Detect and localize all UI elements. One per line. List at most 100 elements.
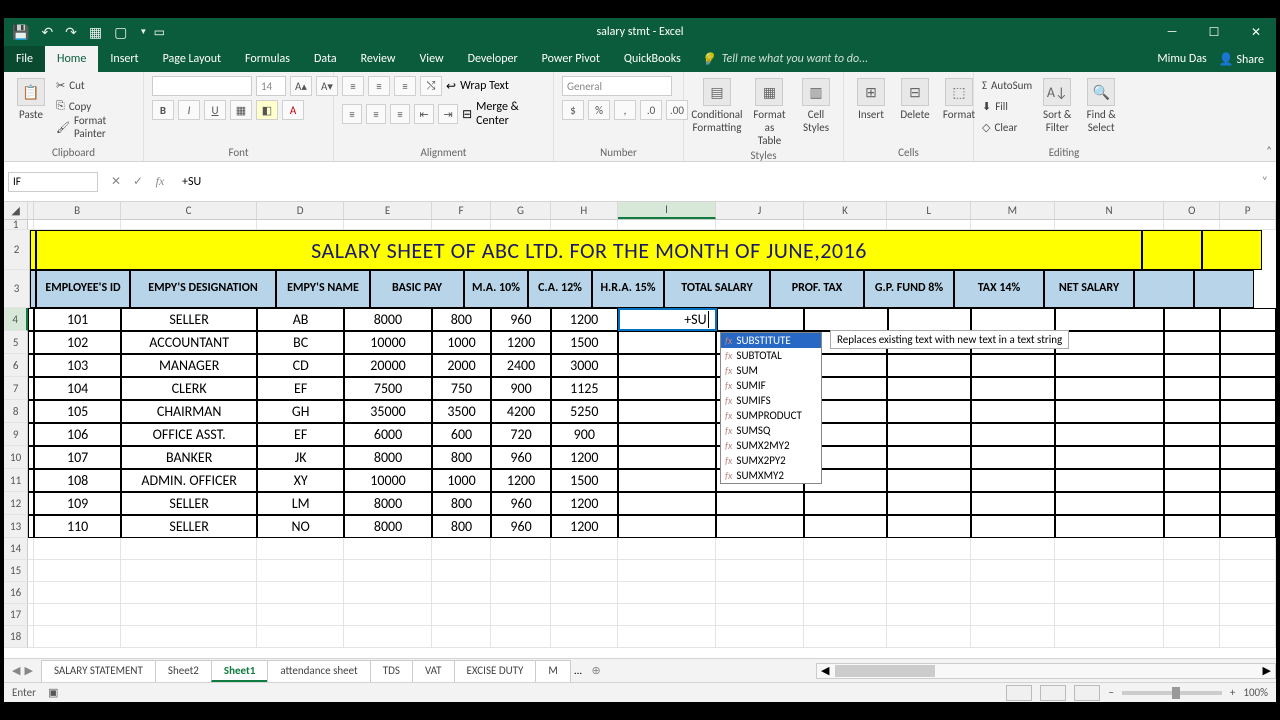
data-cell[interactable] — [971, 469, 1055, 492]
col-J[interactable]: J — [716, 202, 803, 219]
formula-input[interactable]: +SU — [174, 175, 1254, 189]
data-cell[interactable] — [618, 377, 717, 400]
data-cell[interactable] — [618, 446, 717, 469]
inc-indent-button[interactable]: ⇥ — [438, 104, 458, 124]
sheet-tab[interactable]: EXCISE DUTY — [454, 660, 537, 682]
tab-developer[interactable]: Developer — [456, 46, 530, 72]
data-cell[interactable] — [971, 377, 1055, 400]
row-header[interactable]: 12 — [4, 492, 28, 515]
data-cell[interactable] — [887, 400, 971, 423]
data-cell[interactable]: CLERK — [121, 377, 257, 400]
qat-icon[interactable]: ▢ — [114, 24, 127, 41]
data-cell[interactable] — [618, 400, 717, 423]
active-cell[interactable]: +SU — [618, 308, 717, 331]
data-cell[interactable] — [888, 308, 972, 331]
expand-formula-icon[interactable]: ˅ — [1254, 175, 1276, 189]
data-cell[interactable] — [618, 515, 717, 538]
tab-power-pivot[interactable]: Power Pivot — [530, 46, 612, 72]
data-cell[interactable]: 600 — [432, 423, 492, 446]
data-cell[interactable]: NO — [257, 515, 344, 538]
data-cell[interactable]: 5250 — [551, 400, 618, 423]
data-cell[interactable]: 900 — [491, 377, 551, 400]
data-cell[interactable]: MANAGER — [121, 354, 257, 377]
col-B[interactable]: B — [34, 202, 121, 219]
qat-dropdown-icon[interactable]: ▼ — [139, 27, 147, 37]
data-cell[interactable] — [1055, 423, 1165, 446]
sheet-tab[interactable]: Sheet2 — [155, 660, 212, 682]
tab-quickbooks[interactable]: QuickBooks — [612, 46, 693, 72]
data-cell[interactable] — [618, 331, 717, 354]
redo-icon[interactable]: ↷ — [65, 24, 77, 41]
tab-data[interactable]: Data — [302, 46, 349, 72]
data-cell[interactable] — [971, 308, 1055, 331]
row-header[interactable]: 17 — [4, 604, 28, 626]
bold-button[interactable]: B — [152, 100, 174, 120]
row-header[interactable]: 10 — [4, 446, 28, 469]
formula-autocomplete[interactable]: fxSUBSTITUTEfxSUBTOTALfxSUMfxSUMIFfxSUMI… — [720, 332, 822, 484]
comma-format-button[interactable]: , — [614, 100, 636, 120]
data-cell[interactable] — [887, 515, 971, 538]
row-header[interactable]: 7 — [4, 377, 28, 400]
data-cell[interactable]: 4200 — [491, 400, 551, 423]
row-header[interactable]: 8 — [4, 400, 28, 423]
data-cell[interactable]: EF — [257, 423, 344, 446]
autocomplete-item[interactable]: fxSUBSTITUTE — [721, 333, 821, 348]
data-cell[interactable]: 1500 — [551, 469, 618, 492]
autocomplete-item[interactable]: fxSUMIFS — [721, 393, 821, 408]
fx-button[interactable]: fx — [152, 174, 168, 189]
horizontal-scrollbar[interactable]: ◀▶ — [816, 663, 1276, 679]
row-header[interactable]: 4 — [4, 308, 28, 331]
user-name[interactable]: Mimu Das — [1157, 52, 1206, 66]
data-cell[interactable] — [971, 515, 1055, 538]
data-cell[interactable]: LM — [257, 492, 344, 515]
data-cell[interactable] — [971, 423, 1055, 446]
data-cell[interactable] — [1055, 515, 1165, 538]
data-cell[interactable]: 1200 — [491, 331, 551, 354]
cell-styles-button[interactable]: ▥Cell Styles — [797, 76, 835, 134]
sheet-tab[interactable]: VAT — [412, 660, 455, 682]
data-cell[interactable]: 960 — [491, 515, 551, 538]
data-cell[interactable] — [1055, 331, 1165, 354]
data-cell[interactable] — [1055, 308, 1165, 331]
macro-record-icon[interactable]: ▣ — [48, 686, 58, 699]
col-P[interactable]: P — [1220, 202, 1276, 219]
data-cell[interactable] — [887, 423, 971, 446]
data-cell[interactable]: BC — [257, 331, 344, 354]
save-icon[interactable]: 💾 — [12, 24, 29, 41]
data-cell[interactable]: OFFICE ASST. — [121, 423, 257, 446]
tab-insert[interactable]: Insert — [98, 46, 150, 72]
data-cell[interactable]: 20000 — [344, 354, 431, 377]
grow-font-button[interactable]: A▴ — [290, 76, 312, 96]
data-cell[interactable]: ACCOUNTANT — [121, 331, 257, 354]
data-cell[interactable]: 8000 — [344, 446, 431, 469]
data-cell[interactable]: 1200 — [551, 308, 618, 331]
autocomplete-item[interactable]: fxSUMXMY2 — [721, 468, 821, 483]
zoom-level[interactable]: 100% — [1243, 686, 1268, 699]
data-cell[interactable]: XY — [257, 469, 344, 492]
data-cell[interactable]: 960 — [491, 308, 551, 331]
share-button[interactable]: 👤 Share — [1219, 52, 1264, 67]
data-cell[interactable]: 1125 — [551, 377, 618, 400]
row-header[interactable]: 1 — [4, 220, 28, 230]
data-cell[interactable]: 10000 — [344, 331, 431, 354]
autocomplete-item[interactable]: fxSUM — [721, 363, 821, 378]
name-box[interactable]: IF — [8, 172, 98, 192]
data-cell[interactable] — [804, 515, 888, 538]
data-cell[interactable]: 3500 — [432, 400, 492, 423]
data-cell[interactable] — [717, 308, 804, 331]
fill-color-button[interactable]: ◧ — [256, 100, 278, 120]
col-K[interactable]: K — [804, 202, 888, 219]
enter-formula-button[interactable]: ✓ — [130, 174, 146, 189]
merge-center-button[interactable]: ⊟Merge & Center — [462, 100, 545, 128]
ribbon-options-icon[interactable]: ▭ — [147, 25, 171, 40]
data-cell[interactable] — [887, 469, 971, 492]
align-right-button[interactable]: ≡ — [390, 104, 410, 124]
autocomplete-item[interactable]: fxSUMX2MY2 — [721, 438, 821, 453]
collapse-ribbon-icon[interactable]: ˄ — [1266, 144, 1272, 157]
conditional-formatting-button[interactable]: ▤Conditional Formatting — [692, 76, 742, 134]
percent-format-button[interactable]: % — [588, 100, 610, 120]
align-middle-button[interactable]: ≡ — [368, 76, 390, 96]
data-cell[interactable]: 7500 — [344, 377, 431, 400]
data-cell[interactable]: 720 — [491, 423, 551, 446]
col-G[interactable]: G — [491, 202, 551, 219]
